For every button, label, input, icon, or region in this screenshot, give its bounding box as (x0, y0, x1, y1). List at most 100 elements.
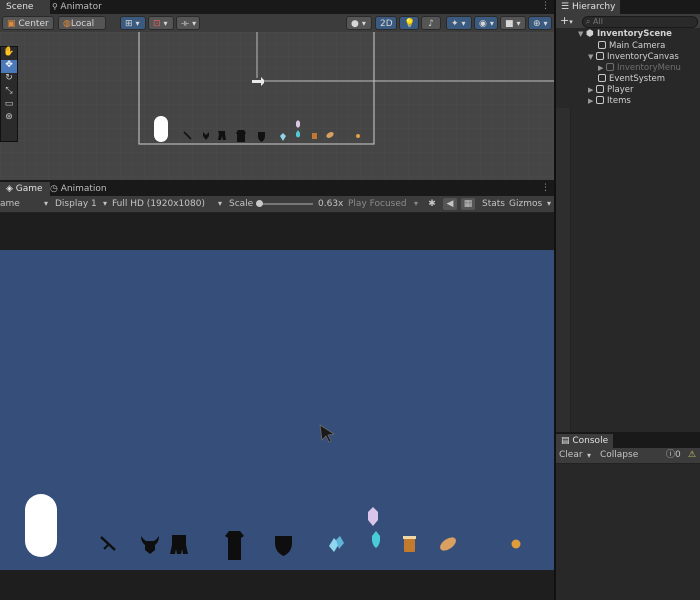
play-focus-label: Play Focused (348, 199, 407, 209)
tab-game[interactable]: ◈ Game (0, 182, 50, 196)
pivot-mode-label: Center (18, 19, 49, 29)
gizmos-dropdown-game[interactable]: Gizmos ▾ (509, 196, 553, 212)
game-controller-icon: ◈ (6, 184, 16, 194)
gizmos-label: Gizmos (509, 199, 543, 209)
pivot-mode-dropdown[interactable]: ▣ Center (2, 16, 54, 30)
game-panel-menu-icon[interactable]: ⋮ (541, 183, 550, 193)
error-count: 0 (675, 450, 681, 460)
hierarchy-item-inventory-menu[interactable]: ▶ InventoryMenu (598, 63, 681, 74)
expand-arrow-icon[interactable]: ▶ (598, 63, 606, 74)
expand-arrow-icon[interactable]: ▶ (588, 96, 596, 107)
stats-button[interactable]: Stats (482, 196, 505, 212)
gameobject-cube-icon (598, 41, 606, 49)
effects-dropdown[interactable]: ✦ (446, 16, 472, 30)
expand-arrow-icon[interactable]: ▶ (588, 85, 596, 96)
ruler-icon: ⟛ (181, 19, 190, 29)
display-label: Display 1 (55, 199, 97, 209)
unity-scene-icon: ⬢ (586, 29, 597, 39)
gameobject-cube-icon (598, 74, 606, 82)
gizmos-dropdown[interactable]: ⊕ (528, 16, 552, 30)
hierarchy-item-inventory-canvas[interactable]: ▼ InventoryCanvas (588, 52, 679, 63)
tab-animator[interactable]: ⚲ Animator (46, 0, 108, 14)
hierarchy-item-label: EventSystem (609, 74, 666, 84)
clear-button[interactable]: Clear (559, 448, 583, 463)
chevron-down-icon: ▾ (217, 199, 222, 208)
grid-visibility-dropdown[interactable]: ⊡ (148, 16, 174, 30)
scene-armor-icon (236, 130, 246, 142)
console-tab-bar: ▤ Console (556, 434, 700, 448)
transform-tool-icon[interactable]: ⊛ (1, 112, 17, 125)
warning-filter-icon[interactable]: ⚠ (688, 448, 696, 463)
increment-snap-dropdown[interactable]: ⟛ (176, 16, 200, 30)
scene-root-row[interactable]: ▼ ⬢ InventoryScene (578, 29, 672, 40)
hierarchy-item-items[interactable]: ▶ Items (588, 96, 631, 107)
hierarchy-item-event-system[interactable]: EventSystem (598, 74, 665, 85)
rect-tool-icon[interactable]: ▭ (1, 99, 17, 112)
view-mode-dropdown[interactable]: ame ▾ (0, 196, 51, 212)
coin-icon (511, 539, 521, 549)
tab-scene[interactable]: Scene (0, 0, 50, 14)
mouse-cursor-icon (319, 424, 336, 443)
mode-2d-toggle[interactable]: 2D (375, 16, 397, 30)
play-focus-dropdown[interactable]: Play Focused ▾ (348, 196, 420, 212)
eye-slash-icon: ◉ (479, 19, 487, 29)
resolution-dropdown[interactable]: Full HD (1920x1080) ▾ (112, 196, 224, 212)
tab-hierarchy[interactable]: ☰ Hierarchy (556, 0, 621, 14)
hierarchy-item-player[interactable]: ▶ Player (588, 85, 633, 96)
clear-label: Clear (559, 450, 583, 460)
lightbulb-icon: 💡 (404, 19, 416, 29)
rotate-tool-icon[interactable]: ↻ (1, 73, 17, 86)
hierarchy-search-input[interactable]: ⌕ All (582, 16, 698, 28)
expand-arrow-icon[interactable]: ▼ (578, 29, 586, 40)
game-view[interactable] (0, 250, 554, 570)
panel-menu-icon[interactable]: ⋮ (541, 1, 550, 11)
tab-game-label: Game (15, 184, 43, 194)
bug-icon[interactable]: ✱ (426, 198, 438, 210)
camera-settings-dropdown[interactable]: ■ (500, 16, 526, 30)
lighting-toggle[interactable]: 💡 (399, 16, 419, 30)
shading-icon: ● (351, 19, 359, 29)
draw-mode-dropdown[interactable]: ● (346, 16, 372, 30)
add-object-button[interactable]: +▾ (560, 14, 573, 29)
view-mode-label: ame (0, 199, 20, 209)
display-dropdown[interactable]: Display 1 ▾ (55, 196, 109, 212)
hierarchy-tab-bar: ☰ Hierarchy (556, 0, 700, 14)
tab-console[interactable]: ▤ Console (556, 434, 614, 448)
scene-name: InventoryScene (597, 29, 672, 39)
collapse-button[interactable]: Collapse (600, 448, 638, 463)
pivot-icon: ▣ (7, 19, 16, 29)
move-tool-icon[interactable]: ✥ (1, 60, 17, 73)
scale-tool-icon[interactable]: ⤡ (1, 86, 17, 99)
tab-animation[interactable]: ◷ Animation (44, 182, 113, 196)
scale-slider-handle[interactable] (256, 200, 263, 207)
armor-icon (225, 531, 244, 560)
hierarchy-scrollbar[interactable] (556, 108, 571, 432)
scene-view[interactable]: ✋ ✥ ↻ ⤡ ▭ ⊛ (0, 32, 554, 180)
search-icon: ⌕ (586, 17, 591, 26)
mute-audio-icon[interactable]: ◀ (443, 198, 457, 210)
shortcuts-icon[interactable]: ▦ (461, 198, 475, 210)
chevron-down-icon: ▾ (569, 18, 573, 26)
pivot-space-dropdown[interactable]: ◍Local (58, 16, 106, 30)
gameobject-cube-icon (596, 85, 604, 93)
expand-arrow-icon[interactable]: ▼ (588, 52, 596, 63)
hierarchy-item-main-camera[interactable]: Main Camera (598, 41, 665, 52)
hierarchy-item-label: InventoryMenu (617, 63, 681, 73)
snap-icon: ⊡ (153, 19, 161, 29)
audio-toggle[interactable]: ♪ (421, 16, 441, 30)
clear-options-dropdown[interactable]: ▾ (587, 448, 591, 463)
list-icon: ☰ (561, 2, 572, 12)
horned-helmet-icon (141, 536, 159, 554)
chevron-down-icon: ▾ (413, 199, 418, 208)
scene-toolbar: ▣ Center ◍Local ⊞ ⊡ ⟛ ● 2D 💡 ♪ ✦ ◉ ■ ⊕ (0, 14, 554, 32)
scale-slider[interactable] (256, 200, 313, 207)
hidden-objects-dropdown[interactable]: ◉ (474, 16, 498, 30)
error-count-badge[interactable]: ⓘ0 (666, 448, 681, 463)
scene-coin-icon (356, 134, 360, 138)
globe-icon: ◍ (63, 19, 71, 29)
hierarchy-item-label: Main Camera (609, 41, 666, 51)
player-capsule (154, 116, 168, 142)
scene-view-canvas (0, 32, 554, 180)
grid-snap-dropdown[interactable]: ⊞ (120, 16, 146, 30)
hand-tool-icon[interactable]: ✋ (1, 47, 17, 60)
